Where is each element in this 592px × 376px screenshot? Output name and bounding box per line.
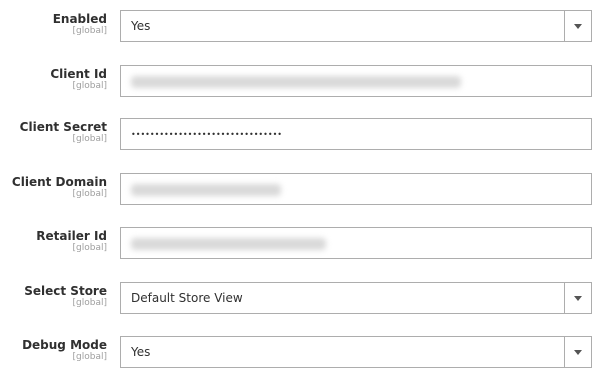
field-row-client-id: Client Id [global] <box>0 65 592 105</box>
select-store-select[interactable]: Default Store View <box>120 282 592 314</box>
password-value: •••••••••••••••••••••••••••••••• <box>131 130 282 139</box>
select-value: Yes <box>131 19 151 33</box>
scope-label: [global] <box>72 26 107 36</box>
field-row-debug-mode: Debug Mode [global] Yes <box>0 336 592 376</box>
dropdown-toggle[interactable] <box>564 337 591 367</box>
field-label: Debug Mode <box>22 338 107 352</box>
label-block: Client Domain [global] <box>0 173 107 199</box>
redacted-value <box>131 184 281 196</box>
chevron-down-icon <box>574 24 582 29</box>
field-label: Retailer Id <box>36 229 107 243</box>
scope-label: [global] <box>72 243 107 253</box>
debug-mode-select[interactable]: Yes <box>120 336 592 368</box>
field-row-enabled: Enabled [global] Yes <box>0 10 592 50</box>
chevron-down-icon <box>574 350 582 355</box>
field-row-client-domain: Client Domain [global] <box>0 173 592 213</box>
field-row-select-store: Select Store [global] Default Store View <box>0 282 592 322</box>
field-row-client-secret: Client Secret [global] •••••••••••••••••… <box>0 118 592 158</box>
field-label: Enabled <box>52 12 107 26</box>
label-block: Debug Mode [global] <box>0 336 107 362</box>
label-block: Client Id [global] <box>0 65 107 91</box>
label-block: Enabled [global] <box>0 10 107 36</box>
client-domain-input[interactable] <box>120 173 592 205</box>
field-label: Client Secret <box>19 120 107 134</box>
dropdown-toggle[interactable] <box>564 283 591 313</box>
chevron-down-icon <box>574 296 582 301</box>
redacted-value <box>131 238 326 250</box>
field-label: Client Id <box>50 67 107 81</box>
label-block: Retailer Id [global] <box>0 227 107 253</box>
scope-label: [global] <box>72 298 107 308</box>
scope-label: [global] <box>72 81 107 91</box>
label-block: Client Secret [global] <box>0 118 107 144</box>
client-secret-input[interactable]: •••••••••••••••••••••••••••••••• <box>120 118 592 150</box>
field-label: Client Domain <box>11 175 107 189</box>
dropdown-toggle[interactable] <box>564 11 591 41</box>
scope-label: [global] <box>72 134 107 144</box>
scope-label: [global] <box>72 189 107 199</box>
retailer-id-input[interactable] <box>120 227 592 259</box>
scope-label: [global] <box>72 352 107 362</box>
label-block: Select Store [global] <box>0 282 107 308</box>
enabled-select[interactable]: Yes <box>120 10 592 42</box>
field-label: Select Store <box>24 284 107 298</box>
select-value: Yes <box>131 345 151 359</box>
client-id-input[interactable] <box>120 65 592 97</box>
select-value: Default Store View <box>131 291 243 305</box>
redacted-value <box>131 76 461 88</box>
field-row-retailer-id: Retailer Id [global] <box>0 227 592 267</box>
